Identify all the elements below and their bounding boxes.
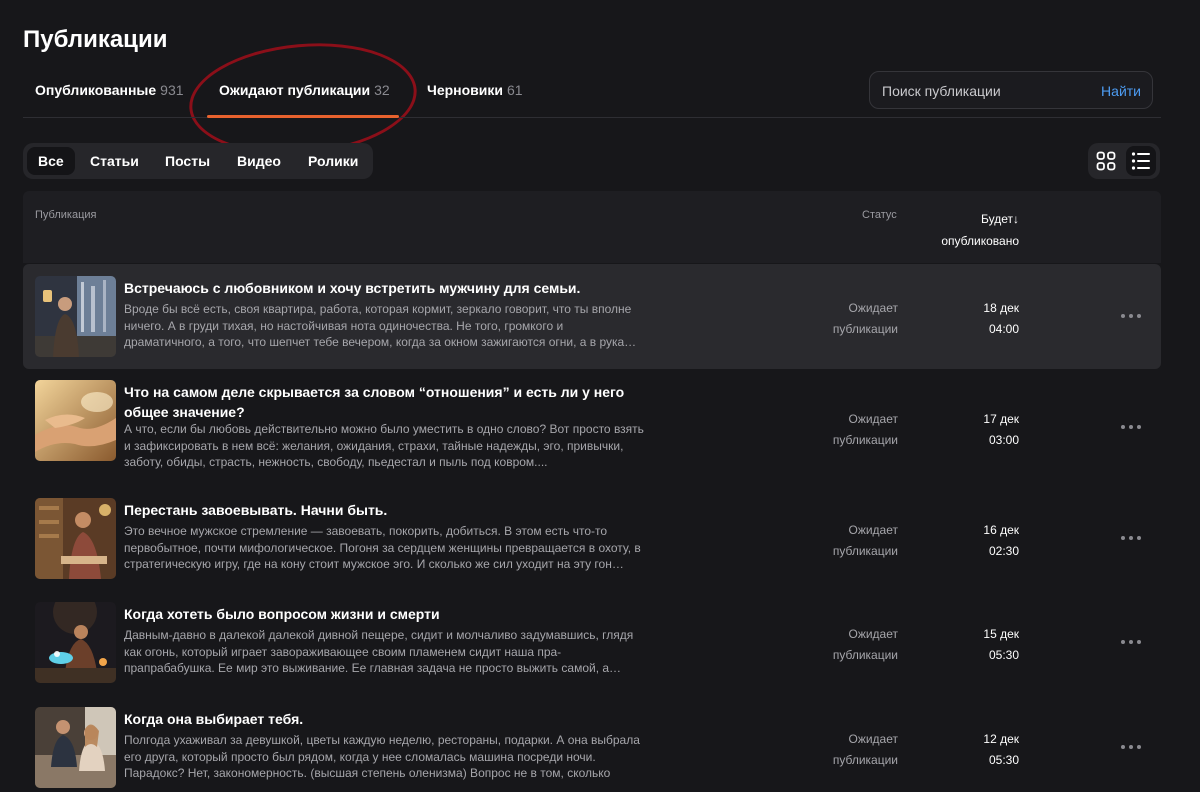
- status-line-2: публикации: [832, 544, 898, 558]
- more-options-button[interactable]: [1119, 635, 1143, 649]
- publication-title[interactable]: Встречаюсь с любовником и хочу встретить…: [124, 278, 644, 298]
- search-button[interactable]: Найти: [1101, 83, 1141, 99]
- grid-view-button[interactable]: [1091, 146, 1121, 176]
- table-row[interactable]: Перестань завоевывать. Начни быть. Это в…: [23, 486, 1161, 591]
- publication-date: 12 дек 05:30: [948, 729, 1019, 771]
- content-type-filters: Все Статьи Посты Видео Ролики: [23, 143, 373, 179]
- time-value: 03:00: [988, 433, 1019, 447]
- publication-title[interactable]: Что на самом деле скрывается за словом “…: [124, 382, 644, 422]
- filter-video[interactable]: Видео: [226, 147, 292, 175]
- more-options-button[interactable]: [1119, 740, 1143, 754]
- thumbnail: [35, 380, 116, 461]
- thumbnail: [35, 276, 116, 357]
- date-value: 18 дек: [983, 301, 1019, 315]
- thumbnail: [35, 498, 116, 579]
- table-row[interactable]: Когда она выбирает тебя. Полгода ухажива…: [23, 695, 1161, 792]
- time-value: 05:30: [988, 753, 1019, 767]
- time-value: 05:30: [988, 648, 1019, 662]
- column-date-sort[interactable]: Будет↓ опубликовано: [923, 208, 1019, 252]
- publication-snippet: Это вечное мужское стремление — завоеват…: [124, 524, 641, 571]
- tab-pending-label: Ожидают публикации: [219, 82, 371, 98]
- active-tab-indicator: [207, 115, 399, 118]
- column-status: Статус: [862, 209, 897, 221]
- thumbnail: [35, 707, 116, 788]
- table-header: Публикация Статус Будет↓ опубликовано: [23, 191, 1161, 263]
- page-title: Публикации: [23, 26, 168, 53]
- publication-date: 18 дек 04:00: [948, 298, 1019, 340]
- list-icon: [1131, 152, 1150, 170]
- tab-drafts-count: 61: [507, 82, 523, 98]
- publication-snippet: Давным-давно в далекой далекой дивной пе…: [124, 628, 634, 675]
- publication-status: Ожидает публикации: [813, 729, 898, 771]
- publication-status: Ожидает публикации: [813, 298, 898, 340]
- thumbnail: [35, 602, 116, 683]
- status-line-1: Ожидает: [848, 627, 898, 641]
- filter-clips[interactable]: Ролики: [297, 147, 369, 175]
- status-line-1: Ожидает: [848, 301, 898, 315]
- status-line-2: публикации: [832, 648, 898, 662]
- date-value: 16 дек: [983, 523, 1019, 537]
- filter-articles[interactable]: Статьи: [79, 147, 150, 175]
- filter-posts[interactable]: Посты: [154, 147, 221, 175]
- grid-icon: [1096, 151, 1116, 171]
- more-options-button[interactable]: [1119, 309, 1143, 323]
- more-options-button[interactable]: [1119, 420, 1143, 434]
- list-view-button[interactable]: [1126, 146, 1156, 176]
- publication-snippet: А что, если бы любовь действительно можн…: [124, 422, 644, 469]
- tab-pending-count: 32: [374, 82, 390, 98]
- filter-all[interactable]: Все: [27, 147, 75, 175]
- publication-date: 17 дек 03:00: [948, 409, 1019, 451]
- date-value: 17 дек: [983, 412, 1019, 426]
- date-value: 15 дек: [983, 627, 1019, 641]
- tab-published-count: 931: [160, 82, 184, 98]
- publication-title[interactable]: Перестань завоевывать. Начни быть.: [124, 500, 644, 520]
- publication-status: Ожидает публикации: [813, 520, 898, 562]
- publication-date: 15 дек 05:30: [948, 624, 1019, 666]
- table-row[interactable]: Встречаюсь с любовником и хочу встретить…: [23, 264, 1161, 369]
- publication-status: Ожидает публикации: [813, 409, 898, 451]
- publication-title[interactable]: Когда хотеть было вопросом жизни и смерт…: [124, 604, 644, 624]
- table-row[interactable]: Что на самом деле скрывается за словом “…: [23, 368, 1161, 473]
- publication-title[interactable]: Когда она выбирает тебя.: [124, 709, 644, 729]
- publication-snippet: Полгода ухаживал за девушкой, цветы кажд…: [124, 733, 640, 780]
- status-line-1: Ожидает: [848, 732, 898, 746]
- publication-snippet: Вроде бы всё есть, своя квартира, работа…: [124, 302, 637, 349]
- tab-pending[interactable]: Ожидают публикации 32: [219, 82, 390, 98]
- time-value: 02:30: [988, 544, 1019, 558]
- status-line-2: публикации: [832, 322, 898, 336]
- more-options-button[interactable]: [1119, 531, 1143, 545]
- view-toggle: [1088, 143, 1160, 179]
- publication-status: Ожидает публикации: [813, 624, 898, 666]
- status-line-1: Ожидает: [848, 523, 898, 537]
- tab-published[interactable]: Опубликованные 931: [35, 82, 184, 98]
- tab-published-label: Опубликованные: [35, 82, 157, 98]
- search-box: Найти: [869, 71, 1153, 109]
- status-line-1: Ожидает: [848, 412, 898, 426]
- tab-drafts[interactable]: Черновики 61: [427, 82, 523, 98]
- table-row[interactable]: Когда хотеть было вопросом жизни и смерт…: [23, 590, 1161, 695]
- publication-date: 16 дек 02:30: [948, 520, 1019, 562]
- status-line-2: публикации: [832, 433, 898, 447]
- search-input[interactable]: [882, 81, 1092, 101]
- time-value: 04:00: [988, 322, 1019, 336]
- status-line-2: публикации: [832, 753, 898, 767]
- tab-drafts-label: Черновики: [427, 82, 504, 98]
- column-publication: Публикация: [35, 209, 97, 221]
- date-value: 12 дек: [983, 732, 1019, 746]
